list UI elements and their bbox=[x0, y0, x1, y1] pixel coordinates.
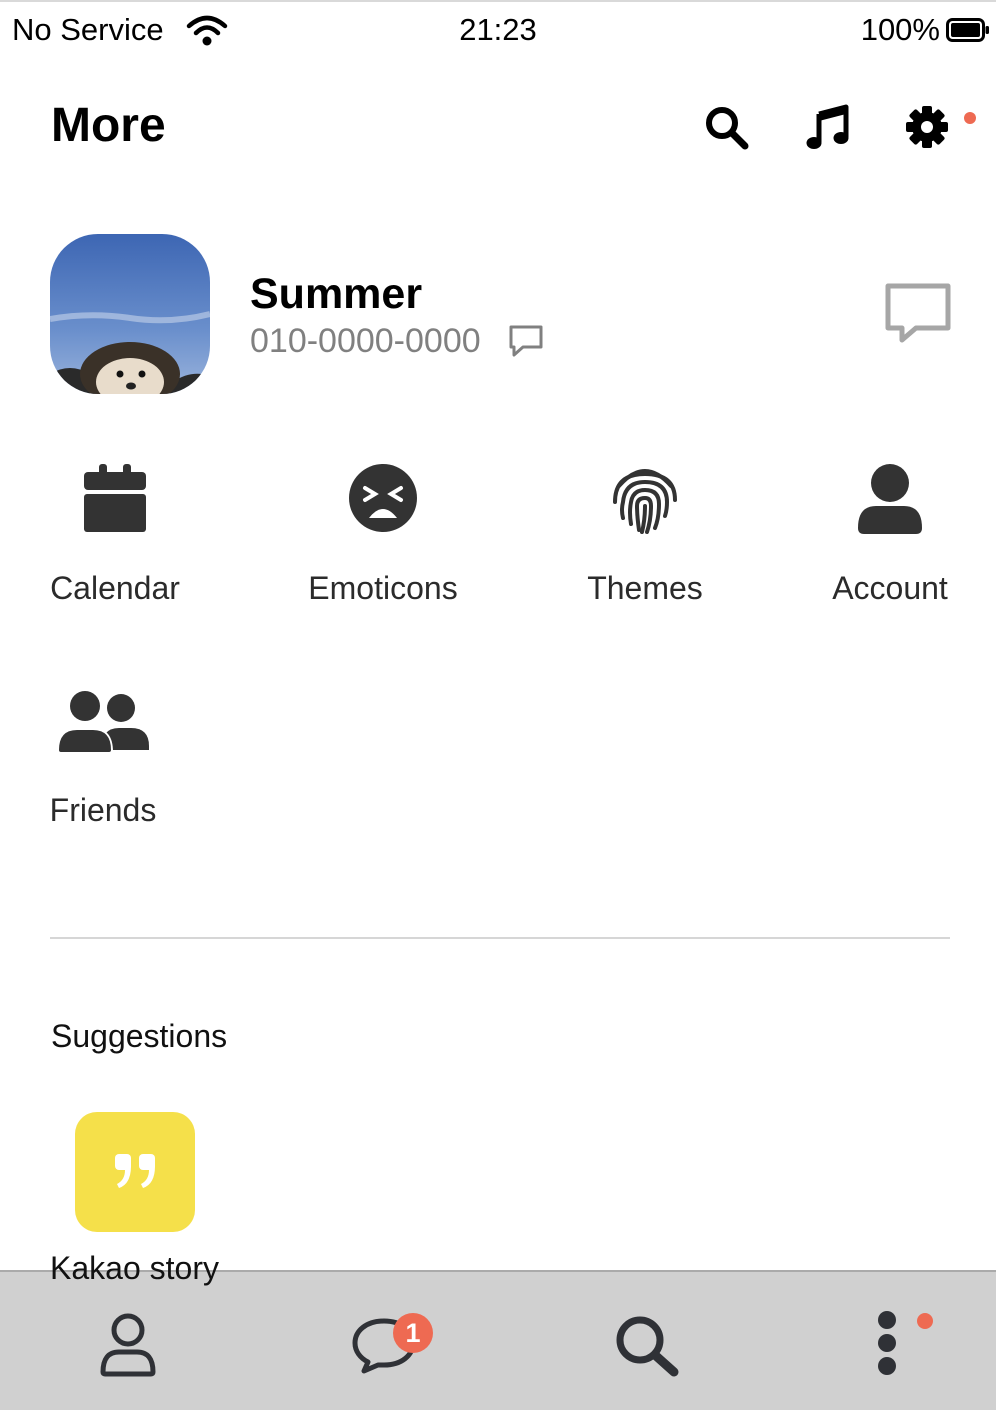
chat-badge: 1 bbox=[393, 1313, 433, 1353]
section-divider bbox=[50, 937, 950, 939]
calendar-icon bbox=[84, 464, 146, 532]
menu-label-friends: Friends bbox=[49, 792, 157, 828]
person-icon bbox=[858, 464, 922, 534]
menu-item-friends[interactable]: Friends bbox=[3, 684, 203, 829]
quote-icon bbox=[115, 1154, 155, 1188]
music-note-icon[interactable] bbox=[804, 104, 850, 150]
menu-item-account[interactable]: Account bbox=[790, 462, 990, 607]
hedgehog-photo bbox=[50, 234, 210, 394]
page-title: More bbox=[51, 99, 166, 152]
clock-text: 21:23 bbox=[459, 12, 537, 47]
menu-label-calendar: Calendar bbox=[50, 570, 180, 606]
suggestions-title: Suggestions bbox=[51, 1018, 228, 1054]
more-screen: No Service 21:23 100% More Summer 010-00… bbox=[0, 0, 996, 1410]
menu-item-emoticons[interactable]: Emoticons bbox=[283, 462, 483, 607]
search-tab-icon[interactable] bbox=[612, 1312, 680, 1378]
avatar[interactable] bbox=[50, 234, 210, 394]
status-bar: No Service 21:23 100% bbox=[0, 0, 996, 56]
settings-notification-dot bbox=[964, 112, 976, 124]
users-icon bbox=[57, 689, 149, 752]
profile-name: Summer bbox=[250, 270, 423, 318]
gear-icon[interactable] bbox=[904, 104, 950, 150]
menu-item-calendar[interactable]: Calendar bbox=[15, 462, 215, 607]
menu-label-themes: Themes bbox=[587, 570, 703, 606]
search-icon[interactable] bbox=[703, 104, 749, 150]
menu-label-account: Account bbox=[832, 570, 948, 606]
chat-bubble-icon[interactable] bbox=[884, 280, 952, 348]
suggestion-label-kakao-story[interactable]: Kakao story bbox=[50, 1250, 219, 1287]
battery-percent: 100% bbox=[860, 12, 940, 47]
profile-phone: 010-0000-0000 bbox=[250, 322, 481, 360]
menu-item-themes[interactable]: Themes bbox=[545, 462, 745, 607]
menu-label-emoticons: Emoticons bbox=[308, 570, 458, 606]
battery-full-icon bbox=[946, 18, 989, 42]
fingerprint-icon bbox=[613, 469, 677, 534]
message-icon[interactable] bbox=[507, 322, 545, 360]
more-tab-icon[interactable] bbox=[874, 1310, 900, 1378]
more-notification-dot bbox=[917, 1313, 933, 1329]
profile-tab-icon[interactable] bbox=[99, 1312, 157, 1378]
kakao-story-tile[interactable] bbox=[75, 1112, 195, 1232]
tired-face-icon bbox=[349, 464, 417, 532]
